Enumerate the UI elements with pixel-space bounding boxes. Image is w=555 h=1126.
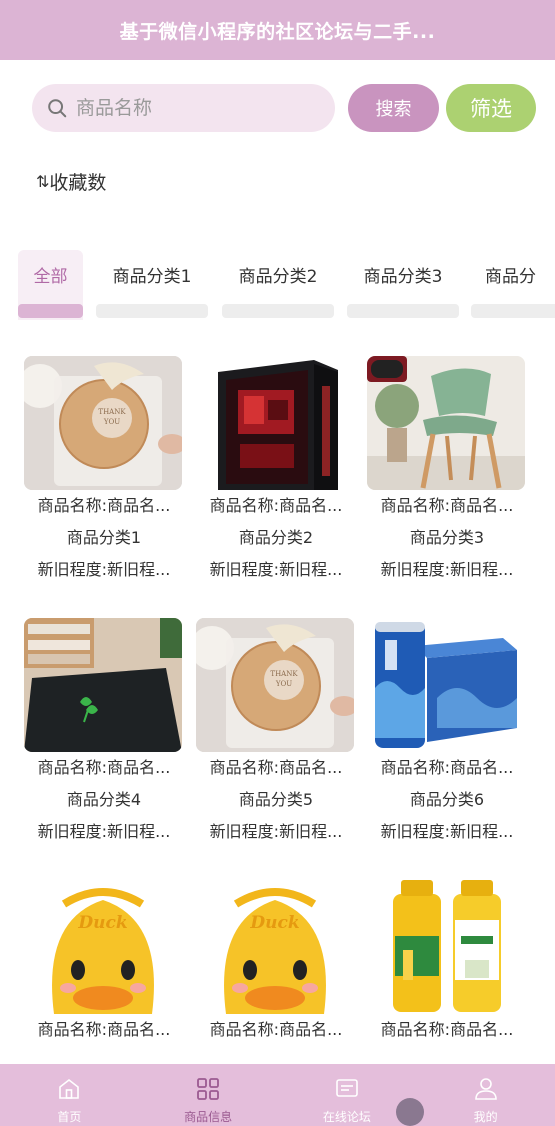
- filter-button[interactable]: 筛选: [446, 84, 536, 132]
- search-button[interactable]: 搜索: [348, 84, 439, 132]
- tab-category-4[interactable]: 商品分: [471, 250, 555, 320]
- tabbar-label: 首页: [57, 1110, 82, 1124]
- product-image-cans: [367, 618, 525, 752]
- category-tabs: 全部 商品分类1 商品分类2 商品分类3 商品分: [18, 250, 555, 320]
- product-name: 商品名称:商品名...: [37, 1020, 171, 1039]
- product-card[interactable]: 商品名称:商品名... 商品分类3 新旧程度:新旧程...: [367, 356, 527, 586]
- svg-text:Duck: Duck: [77, 913, 127, 933]
- product-category: 商品分类4: [66, 790, 142, 809]
- svg-text:Duck: Duck: [249, 913, 299, 933]
- tabbar-label: 我的: [473, 1110, 498, 1124]
- tabbar-label: 在线论坛: [322, 1110, 371, 1124]
- product-category: 商品分类6: [409, 790, 485, 809]
- product-category: 商品分类1: [66, 528, 142, 547]
- forum-icon: [336, 1079, 358, 1097]
- product-name: 商品名称:商品名...: [209, 1020, 343, 1039]
- tab-label: 商品分类3: [363, 267, 443, 287]
- tab-indicator: [222, 304, 334, 318]
- product-name: 商品名称:商品名...: [209, 758, 343, 777]
- tab-category-1[interactable]: 商品分类1: [96, 250, 208, 320]
- tab-label: 商品分类1: [112, 267, 192, 287]
- product-condition: 新旧程度:新旧程...: [209, 822, 343, 841]
- product-card[interactable]: THANK YOU 商品名称:商品名... 商品分类1 新旧程度:新旧程...: [24, 356, 184, 586]
- product-name: 商品名称:商品名...: [37, 496, 171, 515]
- tabbar-item-forum[interactable]: 在线论坛: [278, 1064, 417, 1126]
- home-icon: [59, 1078, 80, 1099]
- tab-label: 商品分: [485, 267, 536, 287]
- tab-all[interactable]: 全部: [18, 250, 83, 320]
- sort-label: 收藏数: [49, 172, 107, 194]
- product-image-corn-juice: [367, 880, 525, 1014]
- product-name: 商品名称:商品名...: [380, 496, 514, 515]
- svg-text:THANK: THANK: [98, 408, 126, 416]
- product-condition: 新旧程度:新旧程...: [380, 822, 514, 841]
- tab-indicator: [347, 304, 459, 318]
- search-icon: [48, 99, 67, 118]
- tab-indicator: [96, 304, 208, 318]
- tabbar-item-products[interactable]: 商品信息: [139, 1064, 278, 1126]
- product-name: 商品名称:商品名...: [209, 496, 343, 515]
- tab-label: 全部: [33, 267, 68, 287]
- product-card[interactable]: Duck 商品名称:商品名...: [196, 880, 356, 1046]
- search-box[interactable]: [32, 84, 335, 132]
- tabbar-item-mine[interactable]: 我的: [416, 1064, 555, 1126]
- tab-category-3[interactable]: 商品分类3: [347, 250, 459, 320]
- svg-text:THANK: THANK: [270, 670, 298, 678]
- sort-arrows-icon: ⇅: [36, 172, 49, 191]
- app-header: 基于微信小程序的社区论坛与二手...: [0, 0, 555, 60]
- svg-text:YOU: YOU: [103, 418, 120, 426]
- tab-label: 商品分类2: [238, 267, 318, 287]
- sort-toggle[interactable]: ⇅ 收藏数: [36, 168, 106, 195]
- product-condition: 新旧程度:新旧程...: [380, 560, 514, 579]
- product-name: 商品名称:商品名...: [380, 1020, 514, 1039]
- product-card[interactable]: 商品名称:商品名... 商品分类4 新旧程度:新旧程...: [24, 618, 184, 848]
- floating-button[interactable]: [396, 1098, 424, 1126]
- page-title: 基于微信小程序的社区论坛与二手...: [119, 20, 436, 43]
- product-image-duck-backpack: Duck: [196, 880, 354, 1014]
- product-name: 商品名称:商品名...: [380, 758, 514, 777]
- product-condition: 新旧程度:新旧程...: [37, 822, 171, 841]
- product-condition: 新旧程度:新旧程...: [37, 560, 171, 579]
- product-card[interactable]: Duck 商品名称:商品名...: [24, 880, 184, 1046]
- product-image-cookie: THANK YOU: [24, 356, 182, 490]
- user-icon: [474, 1078, 497, 1100]
- grid-icon: [197, 1078, 220, 1100]
- product-image-chair: [367, 356, 525, 490]
- product-category: 商品分类3: [409, 528, 485, 547]
- product-card[interactable]: 商品名称:商品名...: [367, 880, 527, 1046]
- tabbar-item-home[interactable]: 首页: [0, 1064, 139, 1126]
- product-condition: 新旧程度:新旧程...: [209, 560, 343, 579]
- tab-indicator: [18, 304, 83, 318]
- product-image-duck-backpack: Duck: [24, 880, 182, 1014]
- product-category: 商品分类2: [238, 528, 314, 547]
- tabbar-label: 商品信息: [184, 1110, 233, 1124]
- tab-indicator: [471, 304, 555, 318]
- product-card[interactable]: THANK YOU 商品名称:商品名... 商品分类5 新旧程度:新旧程...: [196, 618, 356, 848]
- tab-category-2[interactable]: 商品分类2: [222, 250, 334, 320]
- product-image-pc-case: [196, 356, 354, 490]
- svg-text:YOU: YOU: [275, 680, 292, 688]
- product-category: 商品分类5: [238, 790, 314, 809]
- search-row: 搜索 筛选: [0, 80, 555, 136]
- product-name: 商品名称:商品名...: [37, 758, 171, 777]
- search-input[interactable]: [76, 97, 316, 119]
- product-card[interactable]: 商品名称:商品名... 商品分类2 新旧程度:新旧程...: [196, 356, 356, 586]
- product-image-door-mat: [24, 618, 182, 752]
- product-image-cookie: THANK YOU: [196, 618, 354, 752]
- product-card[interactable]: 商品名称:商品名... 商品分类6 新旧程度:新旧程...: [367, 618, 527, 848]
- bottom-tab-bar: 首页 商品信息 在线论坛 我的: [0, 1064, 555, 1126]
